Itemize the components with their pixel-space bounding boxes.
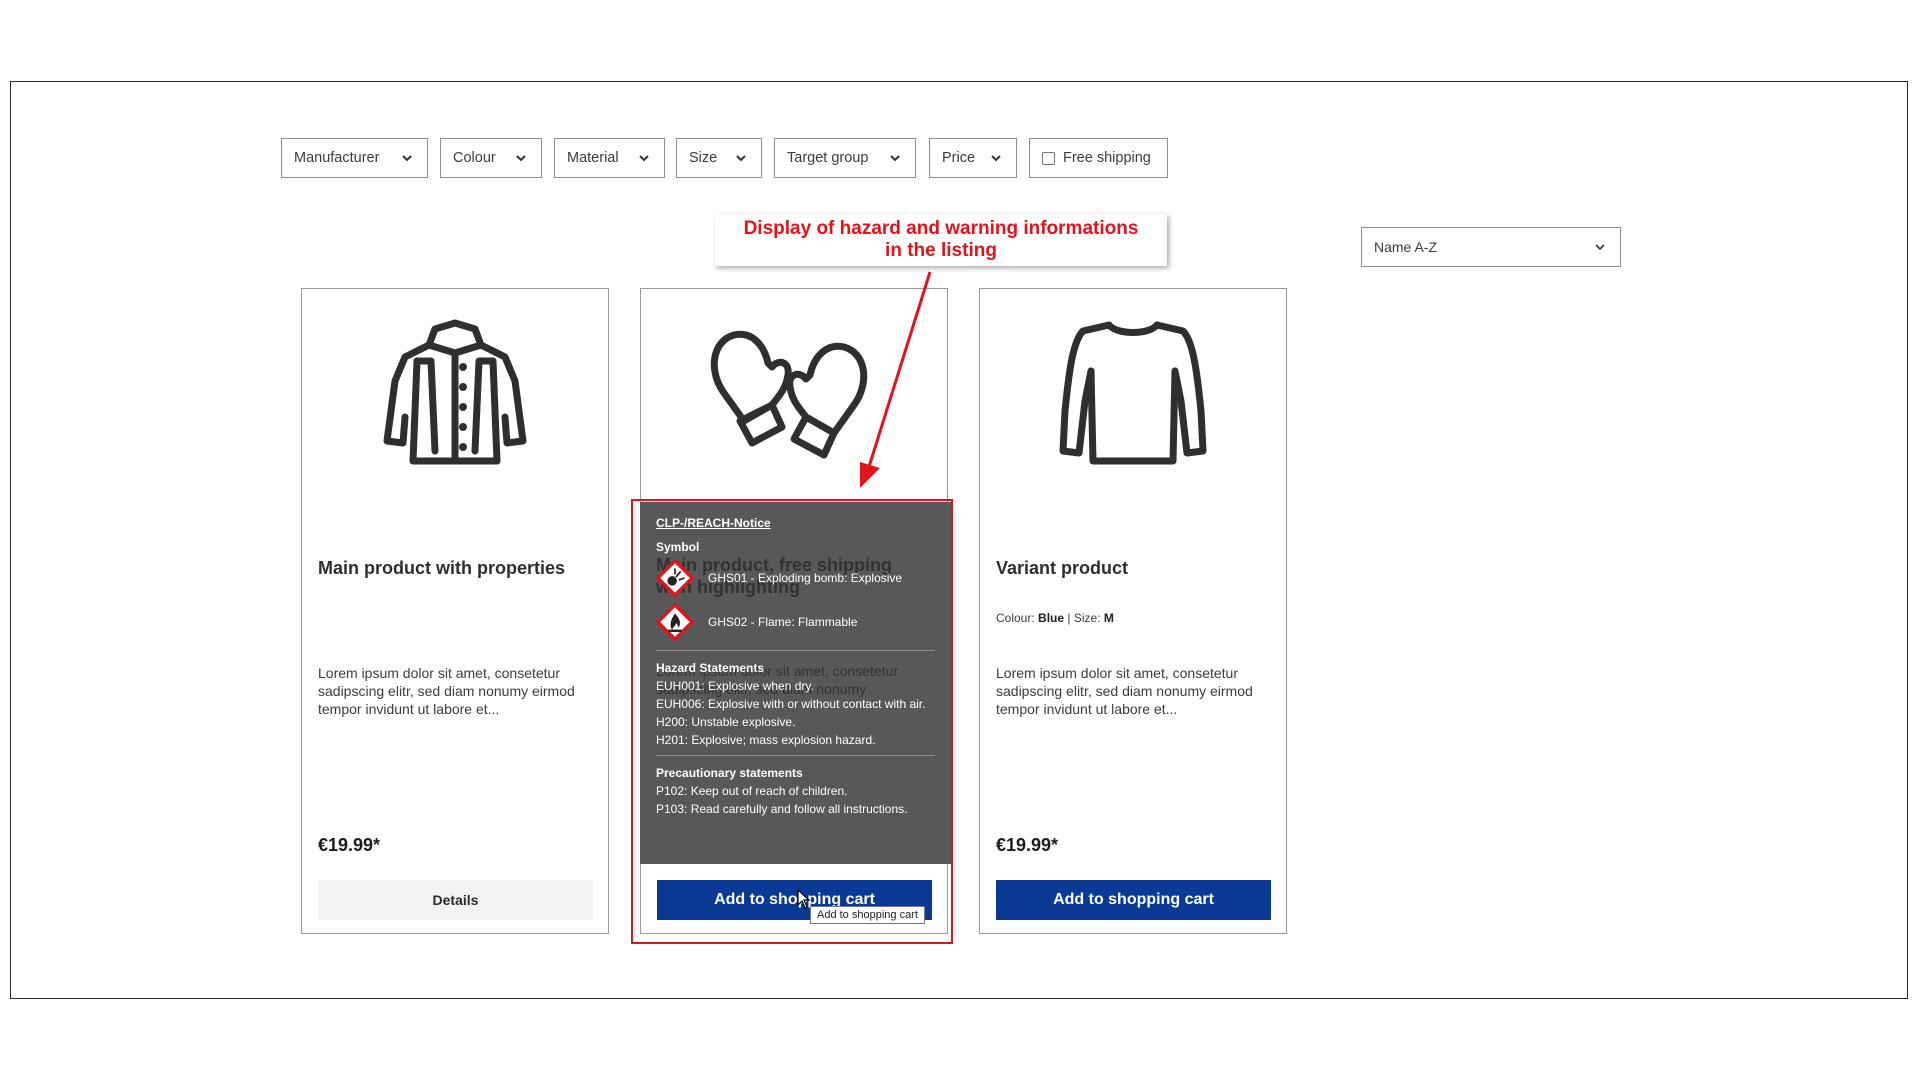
tooltip: Add to shopping cart	[810, 906, 925, 924]
annotation-line-1: Display of hazard and warning informatio…	[743, 218, 1139, 239]
annotation-line-2: in the listing	[885, 240, 997, 261]
annotation-callout: Display of hazard and warning informatio…	[715, 214, 1167, 266]
annotation-arrow-icon	[860, 271, 932, 488]
mouse-cursor-icon	[797, 889, 811, 909]
